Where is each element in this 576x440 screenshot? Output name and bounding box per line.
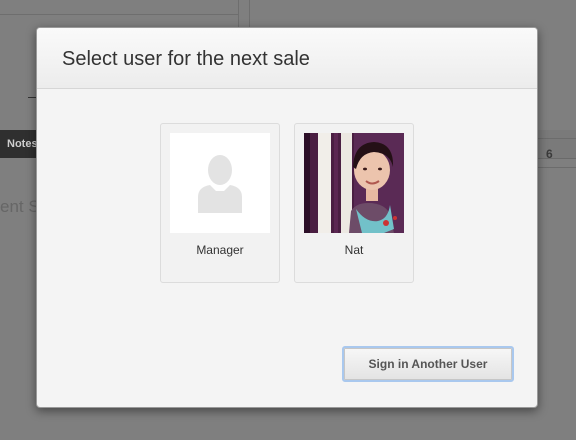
user-card-nat[interactable]: Nat — [294, 123, 414, 283]
background-tab-notes: Notes — [0, 130, 40, 158]
background-faint-text: ent S — [0, 197, 40, 216]
user-photo — [304, 133, 404, 233]
user-list: Manager Nat — [160, 123, 414, 283]
background-number-cell: 6 — [536, 138, 576, 168]
dialog-title: Select user for the next sale — [62, 48, 310, 70]
dialog-header: Select user for the next sale — [37, 28, 537, 89]
sign-in-another-user-button[interactable]: Sign in Another User — [342, 346, 514, 382]
user-name-nat: Nat — [344, 243, 364, 257]
select-user-dialog: Select user for the next sale Manager Na… — [36, 27, 538, 408]
user-card-manager[interactable]: Manager — [160, 123, 280, 283]
user-name-manager: Manager — [196, 243, 244, 257]
placeholder-person-icon — [170, 133, 270, 233]
